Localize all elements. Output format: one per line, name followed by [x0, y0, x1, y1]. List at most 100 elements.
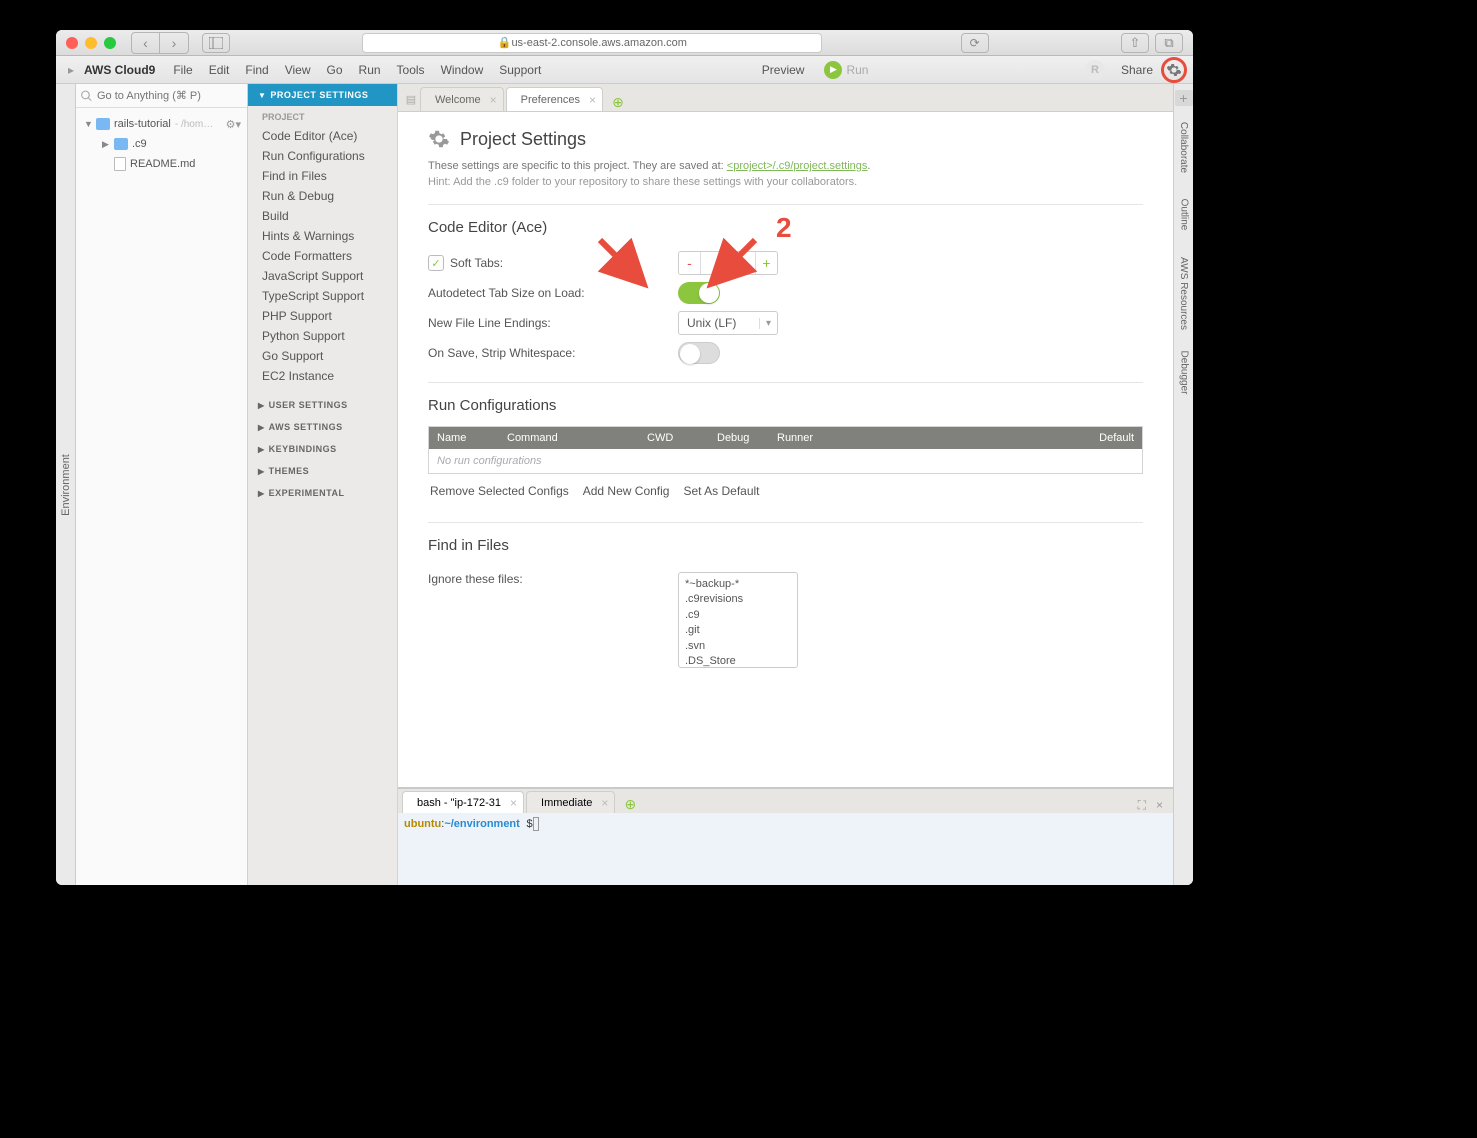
add-panel-button[interactable]: +: [1175, 90, 1193, 106]
back-button[interactable]: ‹: [132, 33, 160, 53]
settings-path-link[interactable]: <project>/.c9/project.settings: [727, 160, 868, 172]
search-input[interactable]: [93, 90, 243, 102]
strip-ws-toggle[interactable]: [678, 342, 720, 364]
rail-debugger[interactable]: Debugger: [1178, 351, 1189, 395]
close-icon[interactable]: ×: [589, 93, 596, 107]
tab-label: Welcome: [435, 94, 481, 106]
add-config-button[interactable]: Add New Config: [583, 484, 670, 498]
url-bar[interactable]: 🔒 us-east-2.console.aws.amazon.com: [362, 33, 822, 53]
nav-item-run-debug[interactable]: Run & Debug: [248, 186, 397, 206]
search-icon: [80, 89, 93, 103]
stepper-plus-button[interactable]: +: [755, 252, 777, 274]
nav-section-label: PROJECT SETTINGS: [270, 90, 368, 100]
soft-tabs-input[interactable]: [701, 252, 755, 274]
nav-section-aws[interactable]: ▶AWS SETTINGS: [248, 416, 397, 438]
tab-preferences[interactable]: Preferences ×: [506, 87, 603, 111]
terminal-tab-bash[interactable]: bash - "ip-172-31 ×: [402, 791, 524, 813]
nav-item-code-editor[interactable]: Code Editor (Ace): [248, 126, 397, 146]
preview-button[interactable]: Preview: [754, 63, 813, 77]
zoom-window-button[interactable]: [104, 37, 116, 49]
nav-item-go[interactable]: Go Support: [248, 346, 397, 366]
panel-menu-icon[interactable]: ▤: [402, 87, 420, 111]
close-icon[interactable]: ×: [601, 796, 608, 810]
menu-find[interactable]: Find: [237, 63, 276, 77]
close-window-button[interactable]: [66, 37, 78, 49]
close-icon[interactable]: ×: [510, 796, 517, 810]
share-browser-button[interactable]: ⇧: [1121, 33, 1149, 53]
sidebar-toggle-button[interactable]: [202, 33, 230, 53]
nav-item-hints[interactable]: Hints & Warnings: [248, 226, 397, 246]
lock-icon: 🔒: [498, 36, 512, 49]
file-icon: [114, 157, 126, 171]
nav-section-project-settings[interactable]: ▼ PROJECT SETTINGS: [248, 84, 397, 106]
gear-icon: [428, 128, 450, 150]
run-button[interactable]: ▶ Run: [824, 61, 868, 79]
autodetect-toggle[interactable]: [678, 282, 720, 304]
menu-window[interactable]: Window: [433, 63, 492, 77]
tree-item-readme[interactable]: README.md: [78, 154, 245, 174]
nav-item-find[interactable]: Find in Files: [248, 166, 397, 186]
nav-item-run-config[interactable]: Run Configurations: [248, 146, 397, 166]
nav-section-experimental[interactable]: ▶EXPERIMENTAL: [248, 482, 397, 504]
cloud9-logo-icon[interactable]: ▸: [62, 63, 80, 77]
remove-configs-button[interactable]: Remove Selected Configs: [430, 484, 569, 498]
section-find: Find in Files: [428, 522, 1143, 554]
gear-icon[interactable]: [1166, 62, 1182, 78]
tree-gear-icon[interactable]: ⚙▾: [226, 118, 241, 131]
forward-button[interactable]: ›: [160, 33, 188, 53]
caret-down-icon: ▼: [84, 119, 92, 129]
tab-label: bash - "ip-172-31: [417, 797, 501, 809]
nav-section-themes[interactable]: ▶THEMES: [248, 460, 397, 482]
th-default: Default: [859, 432, 1142, 444]
goto-search[interactable]: [76, 84, 247, 108]
nav-item-ec2[interactable]: EC2 Instance: [248, 366, 397, 386]
line-endings-select[interactable]: Unix (LF): [678, 311, 778, 335]
preferences-gear-highlight: [1161, 57, 1187, 83]
close-icon[interactable]: ×: [490, 93, 497, 107]
tree-root[interactable]: ▼ rails-tutorial - /hom… ⚙▾: [78, 114, 245, 134]
prompt-path: ~/environment: [444, 818, 520, 830]
maximize-panel-icon[interactable]: ⛶: [1138, 798, 1146, 813]
menu-file[interactable]: File: [165, 63, 200, 77]
menu-run[interactable]: Run: [351, 63, 389, 77]
nav-section-keybindings[interactable]: ▶KEYBINDINGS: [248, 438, 397, 460]
environment-tab[interactable]: Environment: [60, 454, 72, 516]
nav-item-formatters[interactable]: Code Formatters: [248, 246, 397, 266]
field-ignore: Ignore these files: *~backup-* .c9revisi…: [428, 566, 1143, 668]
add-terminal-tab-button[interactable]: ⊕: [621, 795, 639, 813]
traffic-lights: [66, 37, 116, 49]
terminal-output[interactable]: ubuntu:~/environment $: [398, 813, 1173, 885]
menu-go[interactable]: Go: [319, 63, 351, 77]
menu-edit[interactable]: Edit: [201, 63, 238, 77]
add-tab-button[interactable]: ⊕: [609, 93, 627, 111]
rail-collaborate[interactable]: Collaborate: [1178, 122, 1189, 173]
ignore-files-textarea[interactable]: *~backup-* .c9revisions .c9 .git .svn .D…: [678, 572, 798, 668]
terminal-tab-immediate[interactable]: Immediate ×: [526, 791, 615, 813]
nav-item-js[interactable]: JavaScript Support: [248, 266, 397, 286]
set-default-button[interactable]: Set As Default: [683, 484, 759, 498]
tabs-button[interactable]: ⧉: [1155, 33, 1183, 53]
menu-view[interactable]: View: [277, 63, 319, 77]
avatar[interactable]: R: [1085, 60, 1105, 80]
rail-outline[interactable]: Outline: [1178, 199, 1189, 231]
soft-tabs-label: Soft Tabs:: [450, 256, 503, 270]
menubar: ▸ AWS Cloud9 File Edit Find View Go Run …: [56, 56, 1193, 84]
nav-item-build[interactable]: Build: [248, 206, 397, 226]
tree-item-c9[interactable]: ▶ .c9: [78, 134, 245, 154]
folder-icon: [96, 118, 110, 130]
minimize-window-button[interactable]: [85, 37, 97, 49]
nav-section-user[interactable]: ▶USER SETTINGS: [248, 394, 397, 416]
menu-support[interactable]: Support: [491, 63, 549, 77]
rail-aws-resources[interactable]: AWS Resources: [1178, 257, 1189, 330]
menu-tools[interactable]: Tools: [389, 63, 433, 77]
tab-welcome[interactable]: Welcome ×: [420, 87, 504, 111]
nav-item-php[interactable]: PHP Support: [248, 306, 397, 326]
stepper-minus-button[interactable]: -: [679, 252, 701, 274]
nav-item-ts[interactable]: TypeScript Support: [248, 286, 397, 306]
close-panel-icon[interactable]: ×: [1156, 798, 1163, 813]
share-button[interactable]: Share: [1113, 63, 1161, 77]
reload-button[interactable]: ⟳: [961, 33, 989, 53]
run-config-table: Name Command CWD Debug Runner Default No…: [428, 426, 1143, 474]
nav-item-python[interactable]: Python Support: [248, 326, 397, 346]
soft-tabs-checkbox[interactable]: ✓: [428, 255, 444, 271]
